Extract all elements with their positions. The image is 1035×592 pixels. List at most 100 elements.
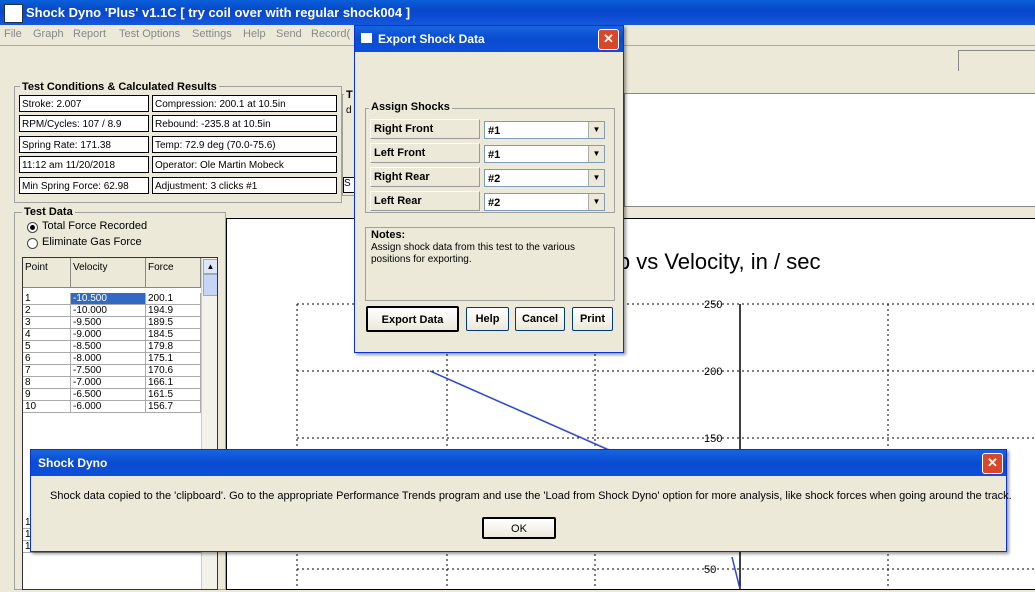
row-point: 10 — [23, 401, 71, 413]
row-point: 3 — [23, 317, 71, 329]
row-velocity[interactable]: -9.500 — [71, 317, 146, 329]
close-icon[interactable]: ✕ — [982, 453, 1003, 474]
menu-send[interactable]: Send — [276, 28, 302, 40]
chevron-down-icon[interactable]: ▼ — [588, 194, 604, 210]
table-row[interactable]: 4 -9.000 184.5 — [23, 329, 201, 341]
row-velocity[interactable]: -6.000 — [71, 401, 146, 413]
export-dialog-titlebar: Export Shock Data ✕ — [355, 26, 623, 52]
spring-rate-cell: Spring Rate: 171.38 — [19, 136, 149, 153]
series-force-line — [429, 370, 621, 456]
row-velocity[interactable]: -6.500 — [71, 389, 146, 401]
table-row[interactable]: 6 -8.000 175.1 — [23, 353, 201, 365]
app-icon — [4, 4, 23, 23]
menu-report[interactable]: Report — [73, 28, 106, 40]
table-row[interactable]: 3 -9.500 189.5 — [23, 317, 201, 329]
table-row[interactable]: 5 -8.500 179.8 — [23, 341, 201, 353]
message-dialog-title: Shock Dyno — [38, 456, 108, 470]
message-dialog-titlebar: Shock Dyno ✕ — [31, 450, 1006, 476]
rebound-cell: Rebound: -235.8 at 10.5in — [152, 115, 337, 132]
compression-cell: Compression: 200.1 at 10.5in — [152, 95, 337, 112]
cancel-button[interactable]: Cancel — [515, 307, 565, 331]
table-row[interactable]: 9 -6.500 161.5 — [23, 389, 201, 401]
left-rear-value: #2 — [488, 197, 501, 209]
menu-file[interactable]: File — [4, 28, 22, 40]
row-force: 200.1 — [146, 293, 201, 305]
y-tick-label: 200 — [704, 366, 722, 378]
left-rear-select[interactable]: #2 ▼ — [484, 193, 605, 211]
chart-title: lb vs Velocity, in / sec — [613, 249, 820, 274]
assign-title: Assign Shocks — [369, 101, 452, 113]
close-icon[interactable]: ✕ — [598, 29, 619, 50]
col-force[interactable]: Force — [146, 258, 201, 288]
row-point: 2 — [23, 305, 71, 317]
left-front-value: #1 — [488, 149, 501, 161]
row-velocity[interactable]: -9.000 — [71, 329, 146, 341]
menu-test-options[interactable]: Test Options — [119, 28, 180, 40]
row-force: 156.7 — [146, 401, 201, 413]
row-velocity[interactable]: -7.000 — [71, 377, 146, 389]
dialog-icon — [361, 33, 372, 43]
menu-graph[interactable]: Graph — [33, 28, 64, 40]
left-rear-label: Left Rear — [370, 191, 480, 211]
row-force: 175.1 — [146, 353, 201, 365]
table-row[interactable]: 1 -10.500 200.1 — [23, 293, 201, 305]
eliminate-gas-radio[interactable] — [27, 238, 38, 249]
temp-cell: Temp: 72.9 deg (70.0-75.6) — [152, 136, 337, 153]
datetime-cell: 11:12 am 11/20/2018 — [19, 156, 149, 173]
y-tick-label: 50 — [704, 564, 716, 576]
right-front-select[interactable]: #1 ▼ — [484, 121, 605, 139]
row-force: 166.1 — [146, 377, 201, 389]
y-tick-label: 150 — [704, 433, 722, 445]
right-rear-value: #2 — [488, 173, 501, 185]
row-force: 184.5 — [146, 329, 201, 341]
chevron-down-icon[interactable]: ▼ — [588, 146, 604, 162]
table-row[interactable]: 7 -7.500 170.6 — [23, 365, 201, 377]
row-point: 1 — [23, 293, 71, 305]
print-button[interactable]: Print — [572, 307, 613, 331]
row-force: 179.8 — [146, 341, 201, 353]
left-front-select[interactable]: #1 ▼ — [484, 145, 605, 163]
message-dialog: Shock Dyno ✕ Shock data copied to the 'c… — [30, 449, 1012, 552]
scroll-up-icon[interactable]: ▲ — [203, 259, 217, 274]
table-row[interactable]: 2 -10.000 194.9 — [23, 305, 201, 317]
row-force: 189.5 — [146, 317, 201, 329]
row-velocity[interactable]: -8.500 — [71, 341, 146, 353]
stroke-cell: Stroke: 2.007 — [19, 95, 149, 112]
right-rear-select[interactable]: #2 ▼ — [484, 169, 605, 187]
notes-text: Assign shock data from this test to the … — [371, 242, 575, 265]
col-velocity[interactable]: Velocity — [71, 258, 146, 288]
table-row[interactable]: 8 -7.000 166.1 — [23, 377, 201, 389]
operator-cell: Operator: Ole Martin Mobeck — [152, 156, 337, 173]
menu-settings[interactable]: Settings — [192, 28, 232, 40]
eliminate-gas-label: Eliminate Gas Force — [42, 236, 142, 248]
testdata-title: Test Data — [22, 206, 75, 218]
menu-record[interactable]: Record( — [311, 28, 350, 40]
side-text-d: d — [346, 105, 352, 116]
row-point: 8 — [23, 377, 71, 389]
help-button[interactable]: Help — [466, 307, 509, 331]
export-data-button[interactable]: Export Data — [366, 306, 459, 332]
row-velocity[interactable]: -10.500 — [71, 293, 146, 305]
window-title: Shock Dyno 'Plus' v1.1C [ try coil over … — [26, 5, 411, 20]
chevron-down-icon[interactable]: ▼ — [588, 122, 604, 138]
right-front-label: Right Front — [370, 119, 480, 139]
row-velocity[interactable]: -8.000 — [71, 353, 146, 365]
ok-button[interactable]: OK — [482, 517, 556, 539]
message-text: Shock data copied to the 'clipboard'. Go… — [50, 490, 1012, 502]
chevron-down-icon[interactable]: ▼ — [588, 170, 604, 186]
min-spring-cell: Min Spring Force: 62.98 — [19, 177, 149, 194]
table-row[interactable]: 10 -6.000 156.7 — [23, 401, 201, 413]
menu-help[interactable]: Help — [243, 28, 266, 40]
col-point[interactable]: Point — [23, 258, 71, 288]
total-force-radio[interactable] — [27, 222, 38, 233]
right-rear-label: Right Rear — [370, 167, 480, 187]
notes-title: Notes: — [371, 229, 406, 241]
rpm-cell: RPM/Cycles: 107 / 8.9 — [19, 115, 149, 132]
main-title-bar: Shock Dyno 'Plus' v1.1C [ try coil over … — [0, 0, 1035, 25]
row-force: 194.9 — [146, 305, 201, 317]
scroll-thumb[interactable] — [203, 274, 217, 296]
top-tab[interactable] — [958, 50, 1035, 71]
row-velocity[interactable]: -10.000 — [71, 305, 146, 317]
right-front-value: #1 — [488, 125, 501, 137]
row-velocity[interactable]: -7.500 — [71, 365, 146, 377]
